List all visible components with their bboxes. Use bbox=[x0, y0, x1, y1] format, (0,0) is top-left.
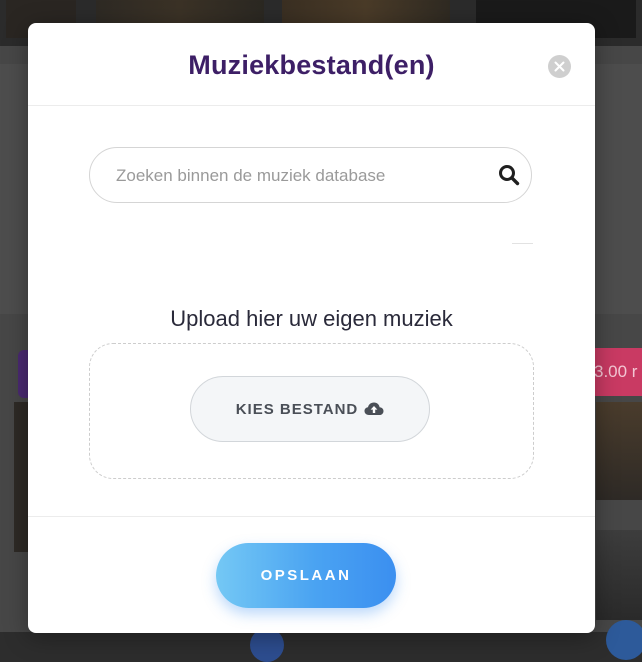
choose-file-button[interactable]: KIES BESTAND bbox=[190, 376, 430, 442]
close-icon bbox=[554, 61, 565, 72]
modal-header: Muziekbestand(en) bbox=[28, 23, 595, 106]
background-photo bbox=[596, 530, 642, 620]
background-price-text: 3.00 r bbox=[594, 362, 638, 381]
background-add-icon bbox=[606, 620, 642, 660]
search-box bbox=[89, 147, 532, 203]
search-input[interactable] bbox=[114, 156, 458, 196]
cloud-upload-icon bbox=[364, 402, 384, 415]
choose-file-label: KIES BESTAND bbox=[235, 400, 359, 418]
close-button[interactable] bbox=[548, 55, 571, 78]
save-button-label: OPSLAAN bbox=[260, 567, 352, 584]
upload-dropzone[interactable]: KIES BESTAND bbox=[89, 343, 534, 479]
background-footer bbox=[0, 632, 642, 662]
upload-heading: Upload hier uw eigen muziek bbox=[170, 306, 453, 331]
background-photo bbox=[596, 402, 642, 500]
modal-title: Muziekbestand(en) bbox=[188, 50, 435, 80]
music-file-modal: Muziekbestand(en) Upload hier uw eigen m… bbox=[28, 23, 595, 633]
save-button[interactable]: OPSLAAN bbox=[216, 543, 396, 608]
footer-divider bbox=[28, 516, 595, 517]
divider bbox=[512, 243, 533, 244]
background-edit-icon bbox=[250, 628, 284, 662]
search-icon[interactable] bbox=[498, 164, 520, 186]
